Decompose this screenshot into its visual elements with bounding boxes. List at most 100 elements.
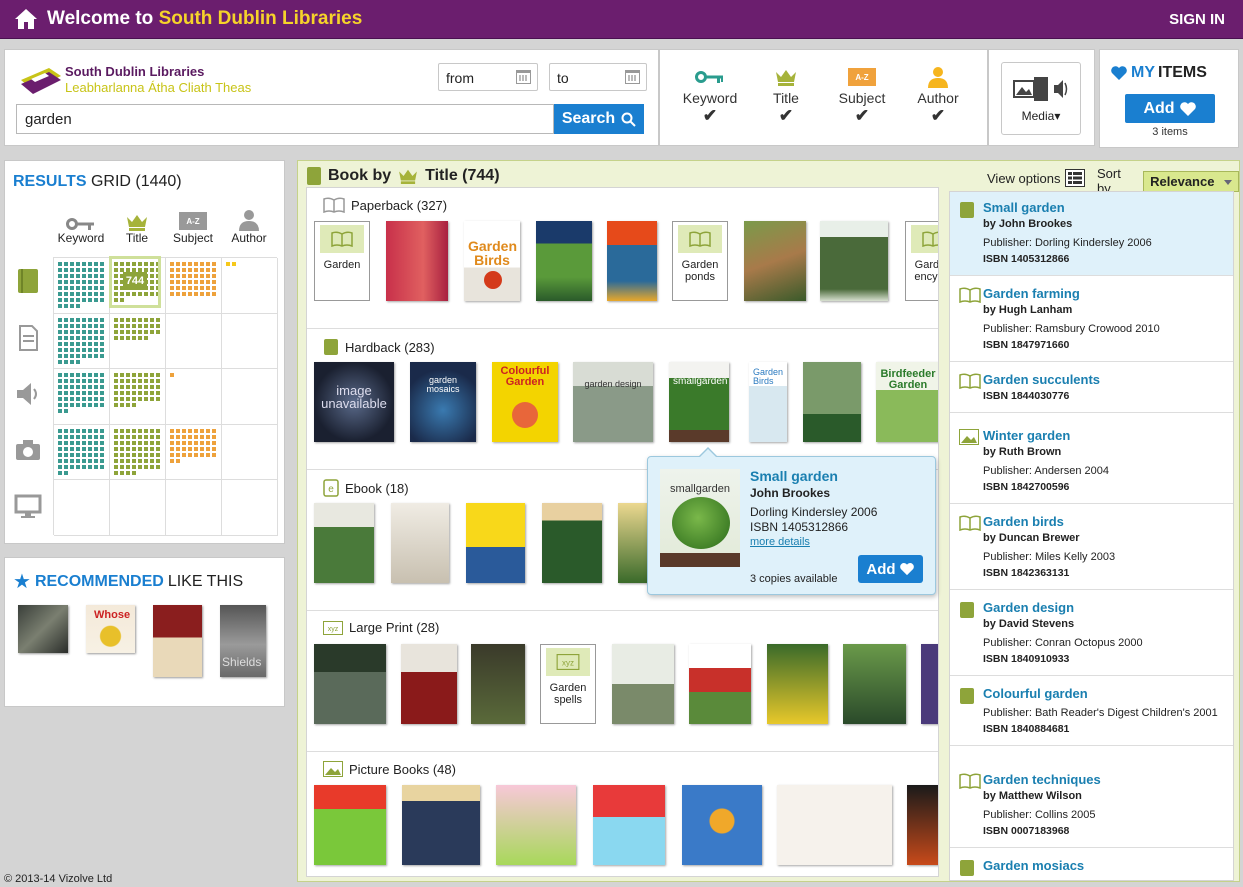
result-list-item[interactable]: Garden succulents ISBN 1844030776: [950, 364, 1233, 413]
book-cover[interactable]: [843, 644, 906, 724]
from-date-input[interactable]: from: [438, 63, 538, 91]
grid-cell[interactable]: [110, 369, 166, 425]
result-title[interactable]: Winter garden: [983, 428, 1227, 444]
book-cover[interactable]: [803, 362, 861, 442]
search-input[interactable]: [16, 104, 554, 134]
grid-cell[interactable]: [110, 313, 166, 370]
book-cover[interactable]: [820, 221, 888, 301]
result-list-item[interactable]: Small garden by John Brookes Publisher: Do…: [950, 192, 1233, 276]
grid-view-icon[interactable]: [1065, 169, 1086, 187]
type-keyword[interactable]: Keyword ✔: [673, 64, 747, 124]
recommended-cover-1[interactable]: [18, 605, 68, 653]
book-cover[interactable]: smallgarden: [669, 362, 729, 442]
book-cover[interactable]: [386, 221, 448, 301]
grid-cell[interactable]: [110, 424, 166, 481]
book-cover[interactable]: [496, 785, 576, 865]
book-cover[interactable]: [907, 785, 938, 865]
grid-cell[interactable]: [110, 480, 166, 536]
result-title[interactable]: Garden mosiacs: [983, 858, 1227, 874]
book-cover[interactable]: [777, 785, 892, 865]
book-placeholder[interactable]: Garden encyclo: [905, 221, 938, 301]
book-placeholder[interactable]: Garden ponds: [672, 221, 728, 301]
result-list-item[interactable]: Garden birds by Duncan Brewer Publisher: M…: [950, 506, 1233, 590]
grid-cell[interactable]: [54, 313, 110, 370]
document-icon[interactable]: [13, 323, 43, 353]
book-cover[interactable]: [536, 221, 592, 301]
calendar-icon[interactable]: [625, 70, 640, 84]
result-title[interactable]: Small garden: [983, 200, 1227, 216]
result-list-item[interactable]: Garden mosiacs: [950, 850, 1233, 880]
book-cover[interactable]: garden mosaics: [410, 362, 476, 442]
grid-cell[interactable]: [166, 480, 222, 536]
book-cover[interactable]: [921, 644, 938, 724]
book-cover[interactable]: [612, 644, 674, 724]
result-list-item[interactable]: Garden techniques by Matthew Wilson Publis…: [950, 764, 1233, 848]
result-list-item[interactable]: Garden farming by Hugh Lanham Publisher: R…: [950, 278, 1233, 362]
result-title[interactable]: Garden design: [983, 600, 1227, 616]
recommended-cover-2[interactable]: Whose: [86, 605, 135, 653]
monitor-icon[interactable]: [13, 491, 43, 521]
result-list-item[interactable]: Colourful garden Publisher: Bath Reader's…: [950, 678, 1233, 746]
result-title[interactable]: Garden techniques: [983, 772, 1227, 788]
recommended-cover-4[interactable]: Shields: [220, 605, 266, 677]
search-button[interactable]: Search: [554, 104, 644, 134]
type-subject[interactable]: A-Z Subject ✔: [825, 64, 899, 124]
audio-icon[interactable]: [13, 379, 43, 409]
book-cover[interactable]: [618, 503, 648, 583]
grid-cell[interactable]: [222, 313, 278, 370]
book-cover[interactable]: Garden Birds: [464, 221, 520, 301]
book-cover[interactable]: Birdfeeder Garden: [876, 362, 938, 442]
result-title[interactable]: Garden succulents: [983, 372, 1227, 388]
grid-cell[interactable]: [222, 480, 278, 536]
type-author[interactable]: Author ✔: [901, 64, 975, 124]
grid-cell[interactable]: [222, 424, 278, 481]
grid-col-subject[interactable]: A-Z Subject: [163, 203, 223, 245]
book-cover[interactable]: [682, 785, 762, 865]
book-cover[interactable]: [401, 644, 457, 724]
grid-col-title[interactable]: Title: [107, 203, 167, 245]
book-cover[interactable]: Garden Birds: [749, 362, 787, 442]
type-title[interactable]: Title ✔: [749, 64, 823, 124]
book-cover[interactable]: garden design: [573, 362, 653, 442]
grid-cell[interactable]: [166, 369, 222, 425]
calendar-icon[interactable]: [516, 70, 531, 84]
result-title[interactable]: Colourful garden: [983, 686, 1227, 702]
book-cover[interactable]: [471, 644, 525, 724]
grid-cell[interactable]: [222, 258, 278, 314]
grid-col-author[interactable]: Author: [219, 203, 279, 245]
result-title[interactable]: Garden birds: [983, 514, 1227, 530]
result-list-item[interactable]: Garden design by David Stevens Publisher: …: [950, 592, 1233, 676]
book-cover[interactable]: [767, 644, 828, 724]
book-cover[interactable]: image unavailable: [314, 362, 394, 442]
grid-cell[interactable]: [54, 424, 110, 481]
book-cover[interactable]: [689, 644, 751, 724]
book-cover[interactable]: [314, 785, 386, 865]
book-cover[interactable]: [542, 503, 602, 583]
view-options[interactable]: View options: [987, 169, 1086, 187]
result-list-item[interactable]: Winter garden by Ruth Brown Publisher: And…: [950, 420, 1233, 504]
book-cover[interactable]: [314, 644, 386, 724]
grid-cell[interactable]: [54, 258, 110, 314]
to-date-input[interactable]: to: [549, 63, 647, 91]
grid-cell[interactable]: [54, 480, 110, 536]
media-dropdown[interactable]: Media▾: [1001, 62, 1081, 135]
popup-add-button[interactable]: Add: [858, 555, 923, 583]
book-cover[interactable]: [314, 503, 374, 583]
book-placeholder[interactable]: xyz Garden spells: [540, 644, 596, 724]
sign-in-link[interactable]: SIGN IN: [1169, 11, 1225, 28]
grid-cell[interactable]: [166, 424, 222, 481]
book-placeholder[interactable]: Garden: [314, 221, 370, 301]
sort-select[interactable]: Relevance: [1143, 170, 1239, 192]
recommended-cover-3[interactable]: [153, 605, 202, 677]
grid-cell[interactable]: [222, 369, 278, 425]
grid-cell[interactable]: [166, 258, 222, 314]
book-cover[interactable]: [391, 503, 449, 583]
result-title[interactable]: Garden farming: [983, 286, 1227, 302]
book-cover[interactable]: [466, 503, 525, 583]
more-details-link[interactable]: more details: [750, 536, 810, 548]
popup-title[interactable]: Small garden: [750, 468, 838, 484]
add-to-my-items-button[interactable]: Add: [1125, 94, 1215, 123]
selected-grid-cell[interactable]: 744: [109, 256, 161, 308]
book-cover[interactable]: [593, 785, 665, 865]
grid-cell[interactable]: [166, 313, 222, 370]
